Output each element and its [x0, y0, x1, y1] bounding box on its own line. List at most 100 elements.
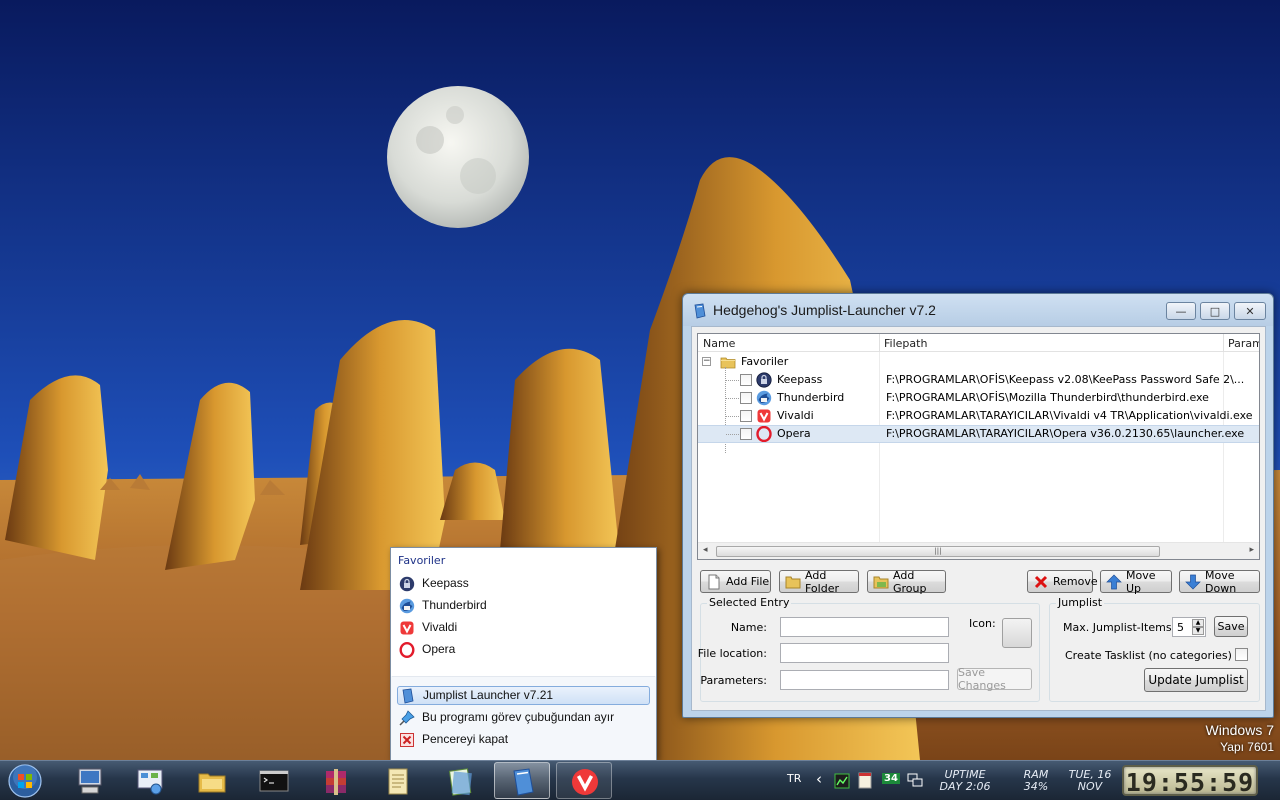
tree-item-opera[interactable]: Opera F:\PROGRAMLAR\TARAYICILAR\Opera v3… [698, 425, 1259, 443]
icon-label: Icon: [969, 617, 996, 630]
jumplist-task-open-app[interactable]: Jumplist Launcher v7.21 [397, 686, 650, 705]
horizontal-scrollbar[interactable]: ◂ ||| ▸ [698, 542, 1259, 559]
favorites-tree-list[interactable]: Name Filepath Param − Favoriler Keepass … [697, 333, 1260, 560]
tree-connector [726, 398, 739, 399]
max-items-stepper[interactable]: 5 ▲ ▼ [1172, 617, 1206, 637]
tree-group-name: Favoriler [741, 355, 789, 368]
jumplist-item-opera[interactable]: Opera [397, 640, 650, 659]
network-meter-icon[interactable] [834, 773, 850, 789]
icon-picker-button[interactable] [1002, 618, 1032, 648]
jumplist-item-vivaldi[interactable]: Vivaldi [397, 618, 650, 637]
date-month: NOV [1077, 780, 1103, 793]
maximize-button[interactable]: □ [1200, 302, 1230, 320]
column-header-param[interactable]: Param [1228, 337, 1259, 350]
move-down-button[interactable]: Move Down [1179, 569, 1260, 595]
add-group-button[interactable]: Add Group [867, 569, 946, 595]
taskbar-app-notepad-plus[interactable] [432, 762, 488, 799]
language-indicator[interactable]: TR [787, 772, 801, 785]
item-filepath: F:\PROGRAMLAR\TARAYICILAR\Vivaldi v4 TR\… [886, 409, 1253, 422]
jumplist-launcher-icon [513, 768, 534, 796]
save-max-items-button[interactable]: Save [1214, 616, 1248, 637]
lcd-clock[interactable]: 19:55:59 [1122, 765, 1258, 797]
add-folder-label: Add Folder [805, 568, 839, 595]
scrollbar-thumb[interactable]: ||| [716, 546, 1160, 557]
update-jumplist-button[interactable]: Update Jumplist [1144, 668, 1248, 692]
maximize-icon: □ [1209, 304, 1221, 318]
minimize-button[interactable]: — [1166, 302, 1196, 320]
save-changes-label: Save Changes [958, 666, 1006, 692]
jumplist-launcher-icon [694, 303, 706, 319]
unpin-icon [399, 710, 415, 726]
taskbar-app-computer[interactable] [62, 762, 118, 799]
date-gadget[interactable]: TUE, 16 NOV [1062, 769, 1118, 793]
save-changes-button[interactable]: Save Changes [957, 666, 1032, 692]
column-header-name[interactable]: Name [703, 337, 735, 350]
column-divider[interactable] [1223, 334, 1224, 352]
clock-time: 19:55:59 [1125, 768, 1255, 797]
taskbar-app-notepad[interactable] [370, 762, 426, 799]
tree-item-vivaldi[interactable]: Vivaldi F:\PROGRAMLAR\TARAYICILAR\Vivald… [698, 407, 1259, 425]
jumplist-task-label: Pencereyi kapat [422, 732, 509, 746]
tree-group-row[interactable]: − Favoriler [698, 353, 1259, 371]
create-tasklist-label: Create Tasklist (no categories) [1065, 649, 1232, 662]
taskbar-app-vivaldi[interactable] [556, 762, 612, 799]
name-label: Name: [730, 621, 767, 634]
network-connection-icon[interactable] [906, 772, 924, 789]
jumplist-item-thunderbird[interactable]: Thunderbird [397, 596, 650, 615]
item-checkbox[interactable] [740, 374, 752, 386]
os-build: Yapı 7601 [1220, 740, 1274, 754]
jumplist-task-unpin[interactable]: Bu programı görev çubuğundan ayır [397, 708, 650, 727]
jumplist-item-keepass[interactable]: Keepass [397, 574, 650, 593]
taskbar-app-winrar[interactable] [308, 762, 364, 799]
notepad-tray-icon[interactable] [858, 772, 872, 789]
jumplist-launcher-icon [402, 688, 414, 704]
parameters-field[interactable] [780, 670, 949, 690]
folder-icon [785, 576, 801, 588]
window-title: Hedgehog's Jumplist-Launcher v7.2 [713, 302, 936, 318]
scroll-right-icon[interactable]: ▸ [1249, 545, 1254, 555]
stepper-down-icon[interactable]: ▼ [1192, 627, 1204, 635]
item-checkbox[interactable] [740, 410, 752, 422]
name-field[interactable] [780, 617, 949, 637]
file-location-label: File location: [697, 647, 767, 660]
taskbar-app-cmd[interactable] [246, 762, 302, 799]
jumplist-tasks-section: Jumplist Launcher v7.21 Bu programı göre… [391, 676, 656, 760]
jumplist-task-close-window[interactable]: Pencereyi kapat [397, 730, 650, 749]
jumplist-settings-group: Jumplist Max. Jumplist-Items 5 ▲ ▼ Save … [1049, 596, 1260, 702]
folder-icon [720, 357, 736, 369]
keepass-lock-icon [399, 576, 415, 592]
scroll-left-icon[interactable]: ◂ [703, 545, 708, 555]
column-header-filepath[interactable]: Filepath [884, 337, 927, 350]
create-tasklist-checkbox[interactable] [1235, 648, 1248, 661]
keepass-lock-icon [756, 372, 772, 388]
taskbar-app-explorer[interactable] [184, 762, 240, 799]
column-divider[interactable] [879, 334, 880, 352]
show-hidden-icons-chevron-icon[interactable]: ‹ [816, 770, 822, 788]
taskbar-app-jumplist-launcher[interactable] [494, 762, 550, 799]
save-label: Save [1217, 620, 1245, 633]
add-file-button[interactable]: Add File [700, 570, 771, 593]
computer-icon [78, 768, 102, 794]
tree-item-thunderbird[interactable]: Thunderbird F:\PROGRAMLAR\OFİS\Mozilla T… [698, 389, 1259, 407]
arrow-up-icon [1106, 574, 1122, 589]
item-checkbox[interactable] [740, 392, 752, 404]
command-prompt-icon [259, 770, 289, 792]
close-window-icon [400, 733, 414, 747]
start-button-windows-orb-icon[interactable] [5, 763, 45, 799]
remove-button[interactable]: Remove [1027, 570, 1098, 593]
file-location-field[interactable] [780, 643, 949, 663]
winrar-archive-icon [326, 769, 346, 795]
max-items-value: 5 [1177, 621, 1184, 634]
tree-connector [726, 380, 739, 381]
title-bar[interactable]: Hedgehog's Jumplist-Launcher v7.2 — □ ✕ [683, 294, 1273, 326]
calendar-day-badge[interactable]: 34 [882, 773, 900, 784]
item-name: Thunderbird [777, 391, 845, 404]
tree-item-keepass[interactable]: Keepass F:\PROGRAMLAR\OFİS\Keepass v2.08… [698, 371, 1259, 389]
close-button[interactable]: ✕ [1234, 302, 1266, 320]
collapse-toggle-icon[interactable]: − [702, 357, 711, 366]
stepper-up-icon[interactable]: ▲ [1192, 619, 1204, 627]
taskbar-app-control-panel[interactable] [122, 762, 178, 799]
add-folder-button[interactable]: Add Folder [779, 568, 859, 595]
move-up-button[interactable]: Move Up [1100, 569, 1172, 595]
item-checkbox[interactable] [740, 428, 752, 440]
